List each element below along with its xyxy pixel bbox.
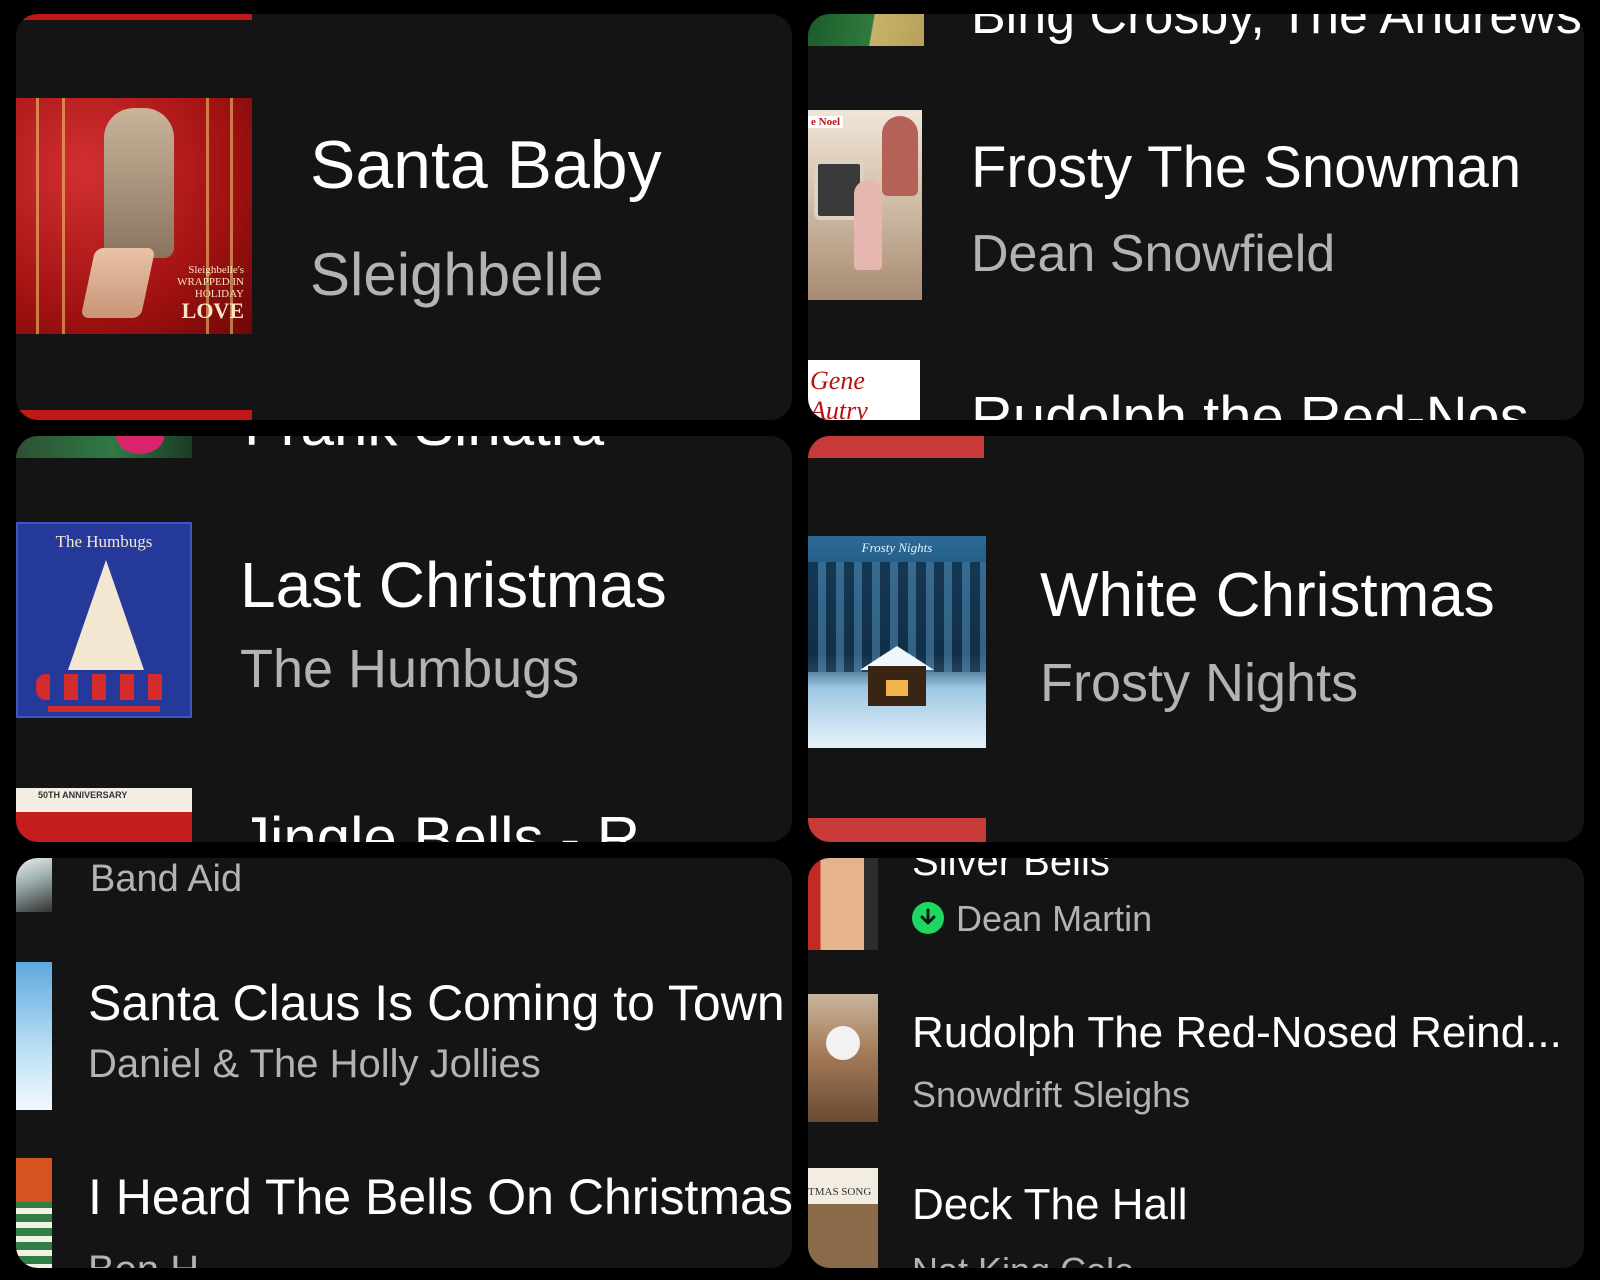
panel-frosty-the-snowman: Bing Crosby, The Andrews e Noel Gene Aut… [808,14,1584,420]
previous-track-artist[interactable]: Frank Sinatra [244,436,604,459]
panel-track-list-right: Silver Bells Dean Martin Rudolph The Red… [808,858,1584,1268]
album-santa-row [36,674,172,700]
album-art[interactable]: Sleighbelle's WRAPPED IN HOLIDAY LOVE [16,98,252,334]
previous-track-artist[interactable]: Dean Martin [956,898,1152,940]
panel-track-list-left: Band Aid Santa Claus Is Coming to Town D… [16,858,792,1268]
next-track-album-art[interactable]: 50TH ANNIVERSARY [16,788,192,842]
track-artist[interactable]: Dean Snowfield [971,224,1335,284]
next-track-title[interactable]: Deck The Hall [912,1180,1188,1230]
next-track-artist[interactable]: Nat King Cole [912,1250,1134,1268]
album-figure [104,108,174,258]
christmas-tree-icon [68,560,144,670]
previous-track-album-art[interactable] [16,436,192,458]
previous-track-album-art[interactable] [16,14,252,20]
track-title[interactable]: Rudolph The Red-Nosed Reind... [912,1008,1562,1058]
album-art[interactable]: The Humbugs [16,522,192,718]
next-track-artist[interactable]: Ben H [88,1248,199,1268]
album-art[interactable] [16,962,52,1110]
album-cabin-window [886,680,908,696]
next-track-album-art[interactable]: TMAS SONG [808,1168,878,1268]
album-caption-big: LOVE [181,298,244,323]
album-figure-child [854,180,882,270]
next-track-title[interactable]: Jingle Bells - R [240,804,640,842]
previous-track-title[interactable]: Silver Bells [912,858,1110,885]
previous-track-album-art[interactable] [808,14,924,46]
track-title[interactable]: Santa Baby [310,126,662,204]
download-arrow-icon [920,908,936,925]
track-artist[interactable]: Daniel & The Holly Jollies [88,1042,541,1087]
album-caption-line1: WRAPPED IN [177,276,244,288]
album-art[interactable]: e Noel [808,110,922,300]
album-label: The Humbugs [55,532,153,551]
track-artist[interactable]: Sleighbelle [310,240,604,309]
album-caption: Sleighbelle's WRAPPED IN HOLIDAY LOVE [164,264,244,322]
download-check-icon [912,902,944,934]
track-title[interactable]: White Christmas [1040,560,1495,631]
record-label-icon [116,436,164,454]
next-album-label: TMAS SONG [808,1186,872,1198]
album-art[interactable]: Frosty Nights [808,536,986,748]
previous-track-artist[interactable]: Bing Crosby, The Andrews [971,14,1582,46]
track-artist[interactable]: The Humbugs [240,638,579,700]
previous-track-album-art[interactable] [808,858,878,950]
next-track-album-art[interactable]: Gene Autry [808,360,920,420]
album-figure-man [882,116,918,196]
album-label: Frosty Nights [861,540,933,555]
album-art[interactable] [808,994,878,1122]
track-title[interactable]: Santa Claus Is Coming to Town [88,974,785,1032]
next-track-title[interactable]: I Heard The Bells On Christmas .. [88,1168,792,1226]
previous-track-album-art[interactable] [16,858,52,912]
next-track-album-art[interactable] [16,410,252,420]
next-track-title[interactable]: Rudolph the Red-Nos [971,384,1529,420]
track-artist[interactable]: Frosty Nights [1040,652,1358,714]
panel-santa-baby: Sleighbelle's WRAPPED IN HOLIDAY LOVE Sa… [16,14,792,420]
album-caption-small: Sleighbelle's [188,264,244,276]
next-track-album-art[interactable] [16,1158,52,1268]
sparkle-decoration [36,98,39,334]
previous-track-artist[interactable]: Band Aid [90,858,242,901]
panel-last-christmas: Frank Sinatra The Humbugs 50TH ANNIVERSA… [16,436,792,842]
track-artist[interactable]: Snowdrift Sleighs [912,1074,1190,1116]
album-label: e Noel [808,116,844,128]
next-album-label: Gene Autry [810,366,868,420]
album-figure-legs [80,248,156,318]
track-title[interactable]: Last Christmas [240,548,667,622]
track-title[interactable]: Frosty The Snowman [971,134,1521,201]
next-track-album-art[interactable] [808,818,986,842]
album-band [48,706,160,712]
previous-track-album-art[interactable] [808,436,984,458]
sparkle-decoration [62,98,65,334]
panel-white-christmas: Frosty Nights White Christmas Frosty Nig… [808,436,1584,842]
next-album-label: 50TH ANNIVERSARY [38,790,128,800]
